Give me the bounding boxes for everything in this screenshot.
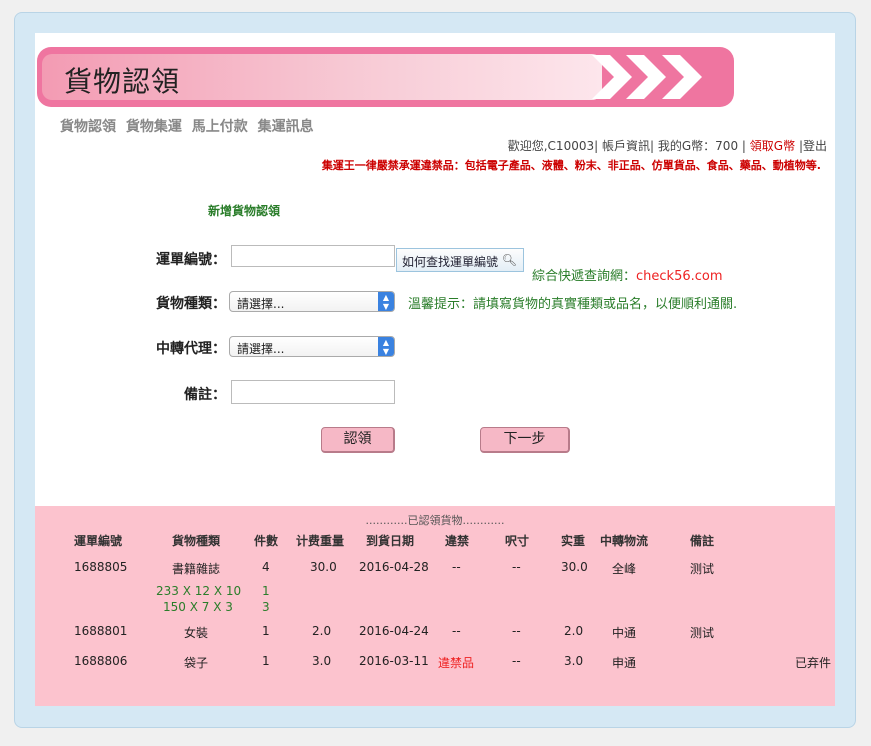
row2-banned: -- [452, 624, 461, 638]
express-hint: 綜合快遞查詢網：check56.com [532, 265, 723, 284]
remark-input[interactable] [231, 380, 395, 404]
gcoin-balance: 我的G幣：700 [657, 139, 739, 153]
agent-label: 中轉代理： [156, 341, 226, 357]
col-header-logistics: 中轉物流 [600, 534, 649, 548]
category-selected: 請選擇... [237, 297, 285, 311]
submit-claim-button[interactable]: 認領 [321, 427, 395, 453]
category-hint: 溫馨提示：請填寫貨物的真實種類或品名，以便順利通關. [408, 297, 738, 312]
page-title: 貨物認領 [64, 65, 181, 98]
row1-dim1-qty: 1 [262, 584, 270, 598]
col-header-remark: 備註 [690, 534, 715, 548]
row1-dim2-qty: 3 [262, 600, 270, 614]
row1-waybill: 1688805 [74, 560, 128, 574]
category-label: 貨物種類： [156, 296, 226, 312]
form-section-title: 新增貨物認領 [208, 204, 281, 218]
agent-selected: 請選擇... [237, 342, 285, 356]
row3-actual: 3.0 [564, 654, 584, 668]
row2-remark: 测试 [690, 626, 715, 640]
banner-gradient: 貨物認領 [42, 54, 602, 100]
welcome-bar: 歡迎您,C10003| 帳戶資訊| 我的G幣：700 | 領取G幣 |登出 [508, 137, 827, 154]
row2-size: -- [512, 624, 521, 638]
category-select[interactable]: 請選擇... ▲ ▼ [229, 291, 395, 312]
row1-date: 2016-04-28 [359, 560, 429, 574]
row1-remark: 测试 [690, 562, 715, 576]
row3-status: 已弃件 [795, 656, 832, 670]
claimed-goods-title: ............已認領貨物............ [365, 514, 505, 527]
select-arrows-icon: ▲ ▼ [378, 337, 394, 356]
top-nav: 貨物認領 貨物集運 馬上付款 集運訊息 [60, 116, 319, 136]
account-info-link[interactable]: 帳戶資訊 [602, 139, 650, 153]
col-header-waybill: 運單編號 [74, 534, 123, 548]
separator: | [650, 139, 655, 153]
remark-label: 備註： [184, 387, 226, 403]
row3-logistics: 申通 [612, 656, 637, 670]
row1-actual: 30.0 [561, 560, 588, 574]
row3-qty: 1 [262, 654, 270, 668]
prohibited-notice: 集運王一律嚴禁承運違禁品：包括電子產品、液體、粉末、非正品、仿單貨品、食品、藥品… [321, 159, 821, 172]
nav-item-consolidate[interactable]: 貨物集運 [126, 119, 182, 135]
logout-link[interactable]: 登出 [803, 139, 827, 153]
row2-waybill: 1688801 [74, 624, 128, 638]
row3-category: 袋子 [184, 656, 209, 670]
waybill-label: 運單編號： [156, 252, 226, 268]
claimed-goods-panel: ............已認領貨物............ [35, 506, 835, 706]
row1-dim2-size: 150 X 7 X 3 [163, 600, 233, 614]
col-header-banned: 違禁 [445, 534, 470, 548]
row1-banned: -- [452, 560, 461, 574]
select-arrows-icon: ▲ ▼ [378, 292, 394, 311]
col-header-qty: 件數 [254, 534, 279, 548]
separator: | [741, 139, 746, 153]
find-waybill-label: 如何查找運單編號 [402, 255, 499, 269]
col-header-date: 到貨日期 [366, 534, 415, 548]
row2-qty: 1 [262, 624, 270, 638]
nav-item-claim[interactable]: 貨物認領 [60, 119, 116, 135]
agent-select[interactable]: 請選擇... ▲ ▼ [229, 336, 395, 357]
col-header-size: 呎寸 [505, 534, 530, 548]
row3-waybill: 1688806 [74, 654, 128, 668]
express-site-link[interactable]: check56.com [636, 269, 723, 284]
row3-size: -- [512, 654, 521, 668]
search-icon: 🔍︎ [501, 253, 517, 267]
col-header-category: 貨物種類 [172, 534, 221, 548]
row1-logistics: 全峰 [612, 562, 637, 576]
row3-banned: 違禁品 [438, 656, 475, 670]
express-hint-text: 綜合快遞查詢網： [532, 269, 637, 284]
next-step-button[interactable]: 下一步 [480, 427, 570, 453]
col-header-weight: 计费重量 [296, 534, 345, 548]
row3-date: 2016-03-11 [359, 654, 429, 668]
welcome-greeting: 歡迎您,C10003 [507, 139, 595, 153]
find-waybill-button[interactable]: 如何查找運單編號 🔍︎ [396, 248, 524, 272]
row2-weight: 2.0 [312, 624, 332, 638]
row2-logistics: 中通 [612, 626, 637, 640]
row2-date: 2016-04-24 [359, 624, 429, 638]
row3-weight: 3.0 [312, 654, 332, 668]
row2-category: 女裝 [184, 626, 209, 640]
row1-dim1-size: 233 X 12 X 10 [156, 584, 242, 598]
chevron-arrows-icon [592, 55, 702, 99]
row2-actual: 2.0 [564, 624, 584, 638]
separator: | [594, 139, 599, 153]
waybill-input[interactable] [231, 245, 395, 267]
row1-size: -- [512, 560, 521, 574]
row1-qty: 4 [262, 560, 270, 574]
claim-gcoin-link[interactable]: 領取G幣 [750, 139, 795, 153]
nav-item-messages[interactable]: 集運訊息 [258, 119, 314, 135]
col-header-actual: 实重 [561, 534, 586, 548]
page-banner: 貨物認領 [37, 47, 734, 107]
row1-weight: 30.0 [310, 560, 337, 574]
nav-item-pay[interactable]: 馬上付款 [192, 119, 248, 135]
row1-category: 書籍雜誌 [172, 562, 221, 576]
